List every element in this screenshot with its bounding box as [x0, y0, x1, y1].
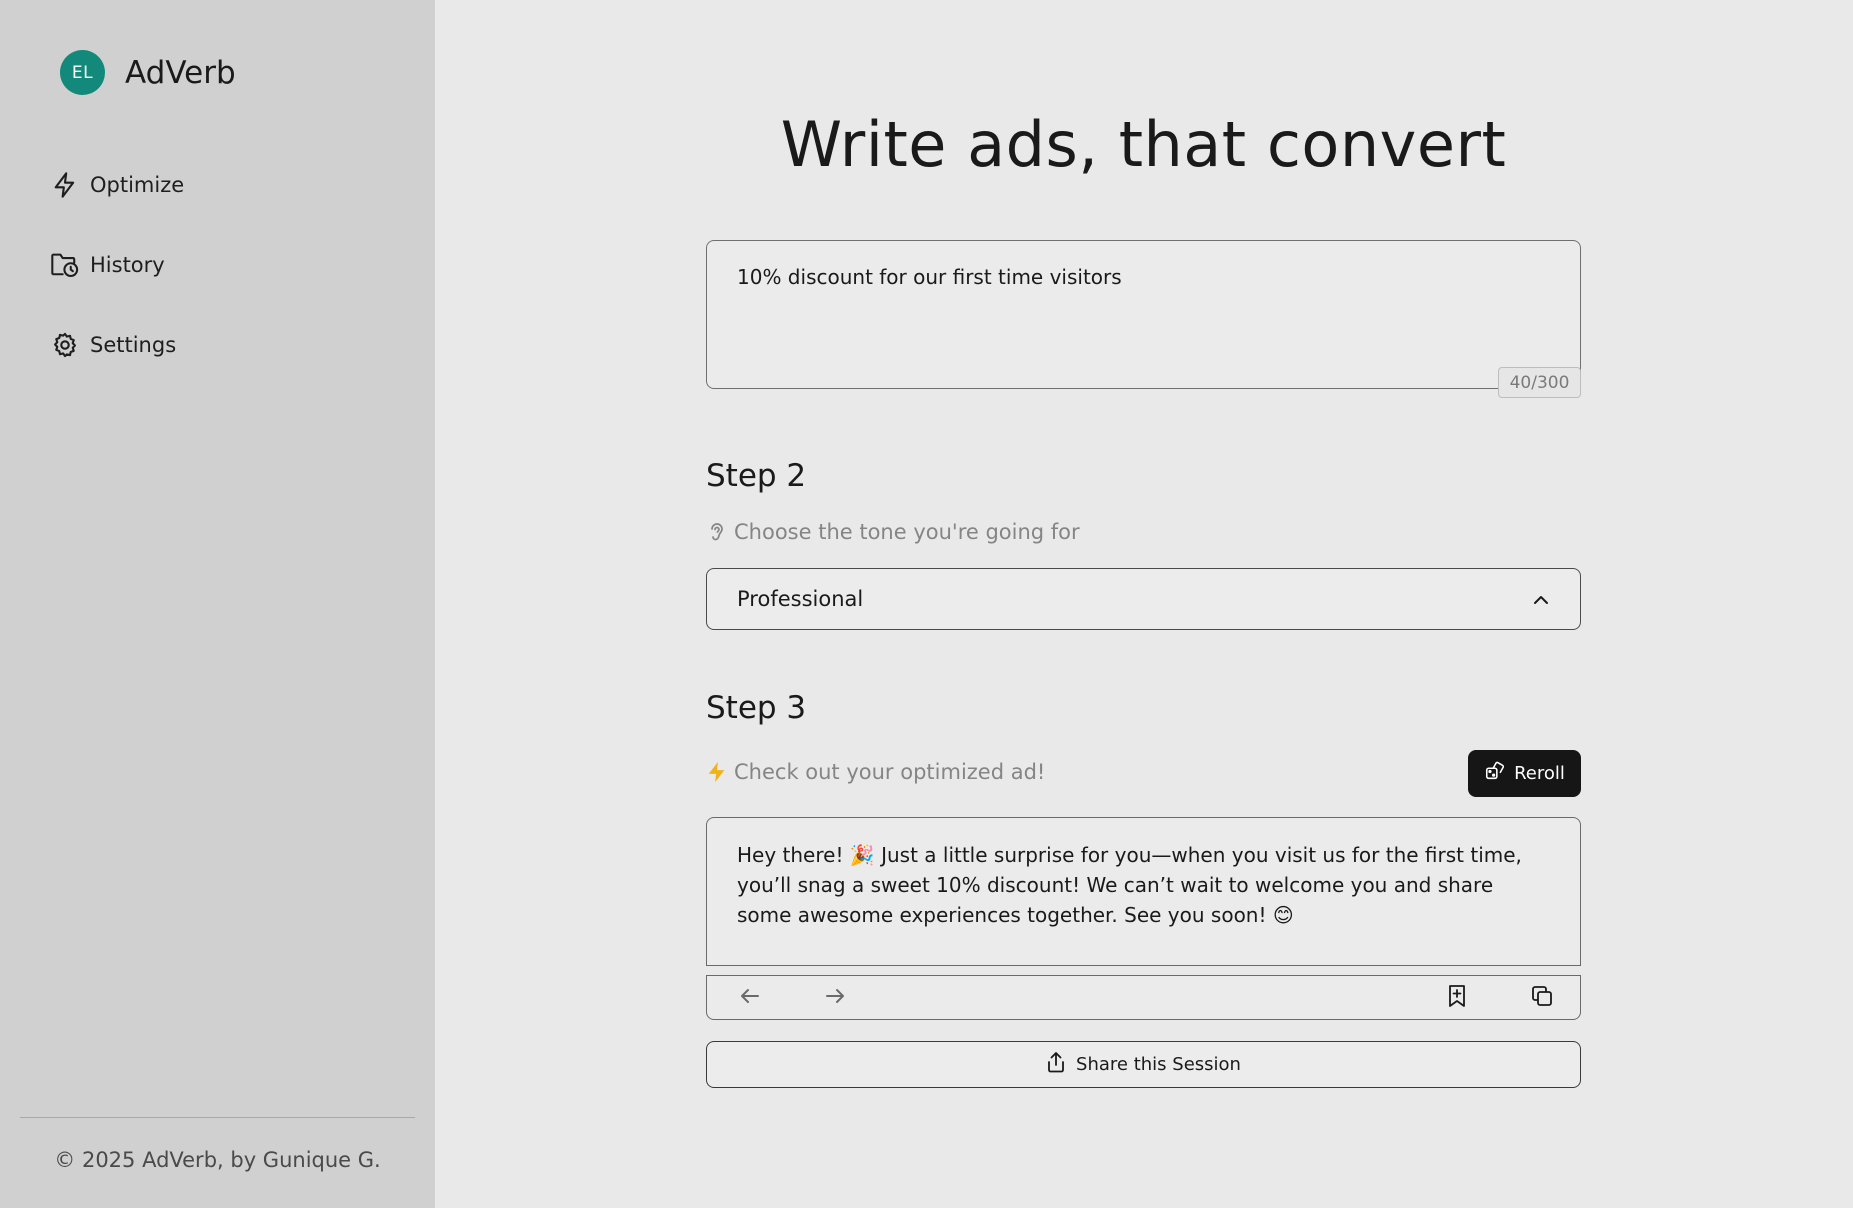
sidebar-item-label: Settings	[90, 333, 177, 357]
chevron-up-icon	[1532, 587, 1550, 611]
bookmark-plus-icon	[1447, 984, 1467, 1012]
share-icon	[1046, 1050, 1066, 1079]
copy-button[interactable]	[1527, 983, 1557, 1013]
step2-subtitle: Choose the tone you're going for	[706, 519, 1080, 545]
footer-copyright: © 2025 AdVerb, by Gunique G.	[54, 1148, 381, 1172]
folder-clock-icon	[50, 250, 80, 280]
sidebar-item-label: Optimize	[90, 173, 185, 197]
app-window: EL AdVerb Optimize History Settings © 20…	[0, 0, 1853, 1208]
reroll-label: Reroll	[1514, 763, 1565, 784]
step3-heading: Step 3	[706, 690, 807, 726]
tone-select-value: Professional	[737, 587, 864, 611]
sidebar-nav: Optimize History Settings	[50, 164, 184, 404]
sidebar-item-settings[interactable]: Settings	[50, 324, 184, 366]
next-button[interactable]	[820, 983, 850, 1013]
step3-subtitle-text: Check out your optimized ad!	[734, 760, 1046, 784]
reroll-button[interactable]: Reroll	[1468, 750, 1581, 797]
share-session-label: Share this Session	[1076, 1054, 1241, 1075]
lightning-icon	[706, 759, 728, 785]
output-toolbar	[706, 975, 1581, 1020]
dice-icon	[1484, 760, 1506, 787]
ear-icon	[706, 519, 728, 545]
tone-select[interactable]: Professional	[706, 568, 1581, 630]
page-title: Write ads, that convert	[780, 108, 1507, 181]
brand-name: AdVerb	[125, 54, 236, 91]
sidebar-item-optimize[interactable]: Optimize	[50, 164, 184, 206]
previous-button[interactable]	[735, 983, 765, 1013]
sidebar-divider	[20, 1117, 415, 1118]
optimized-ad-output[interactable]: Hey there! 🎉 Just a little surprise for …	[706, 817, 1581, 966]
bookmark-button[interactable]	[1442, 983, 1472, 1013]
gear-icon	[50, 330, 80, 360]
sidebar: EL AdVerb Optimize History Settings © 20…	[0, 0, 435, 1208]
sidebar-item-label: History	[90, 253, 165, 277]
sidebar-item-history[interactable]: History	[50, 244, 184, 286]
arrow-left-icon	[739, 987, 761, 1009]
brand[interactable]: EL AdVerb	[60, 50, 236, 95]
avatar[interactable]: EL	[60, 50, 105, 95]
step2-subtitle-text: Choose the tone you're going for	[734, 520, 1080, 544]
prompt-input[interactable]: 10% discount for our first time visitors	[706, 240, 1581, 389]
step3-subtitle: Check out your optimized ad!	[706, 759, 1045, 785]
step2-heading: Step 2	[706, 458, 807, 494]
main-panel: Write ads, that convert 10% discount for…	[435, 0, 1853, 1208]
arrow-right-icon	[824, 987, 846, 1009]
lightning-icon	[50, 170, 80, 200]
char-counter: 40/300	[1498, 367, 1581, 398]
share-session-button[interactable]: Share this Session	[706, 1041, 1581, 1088]
copy-icon	[1530, 984, 1554, 1012]
